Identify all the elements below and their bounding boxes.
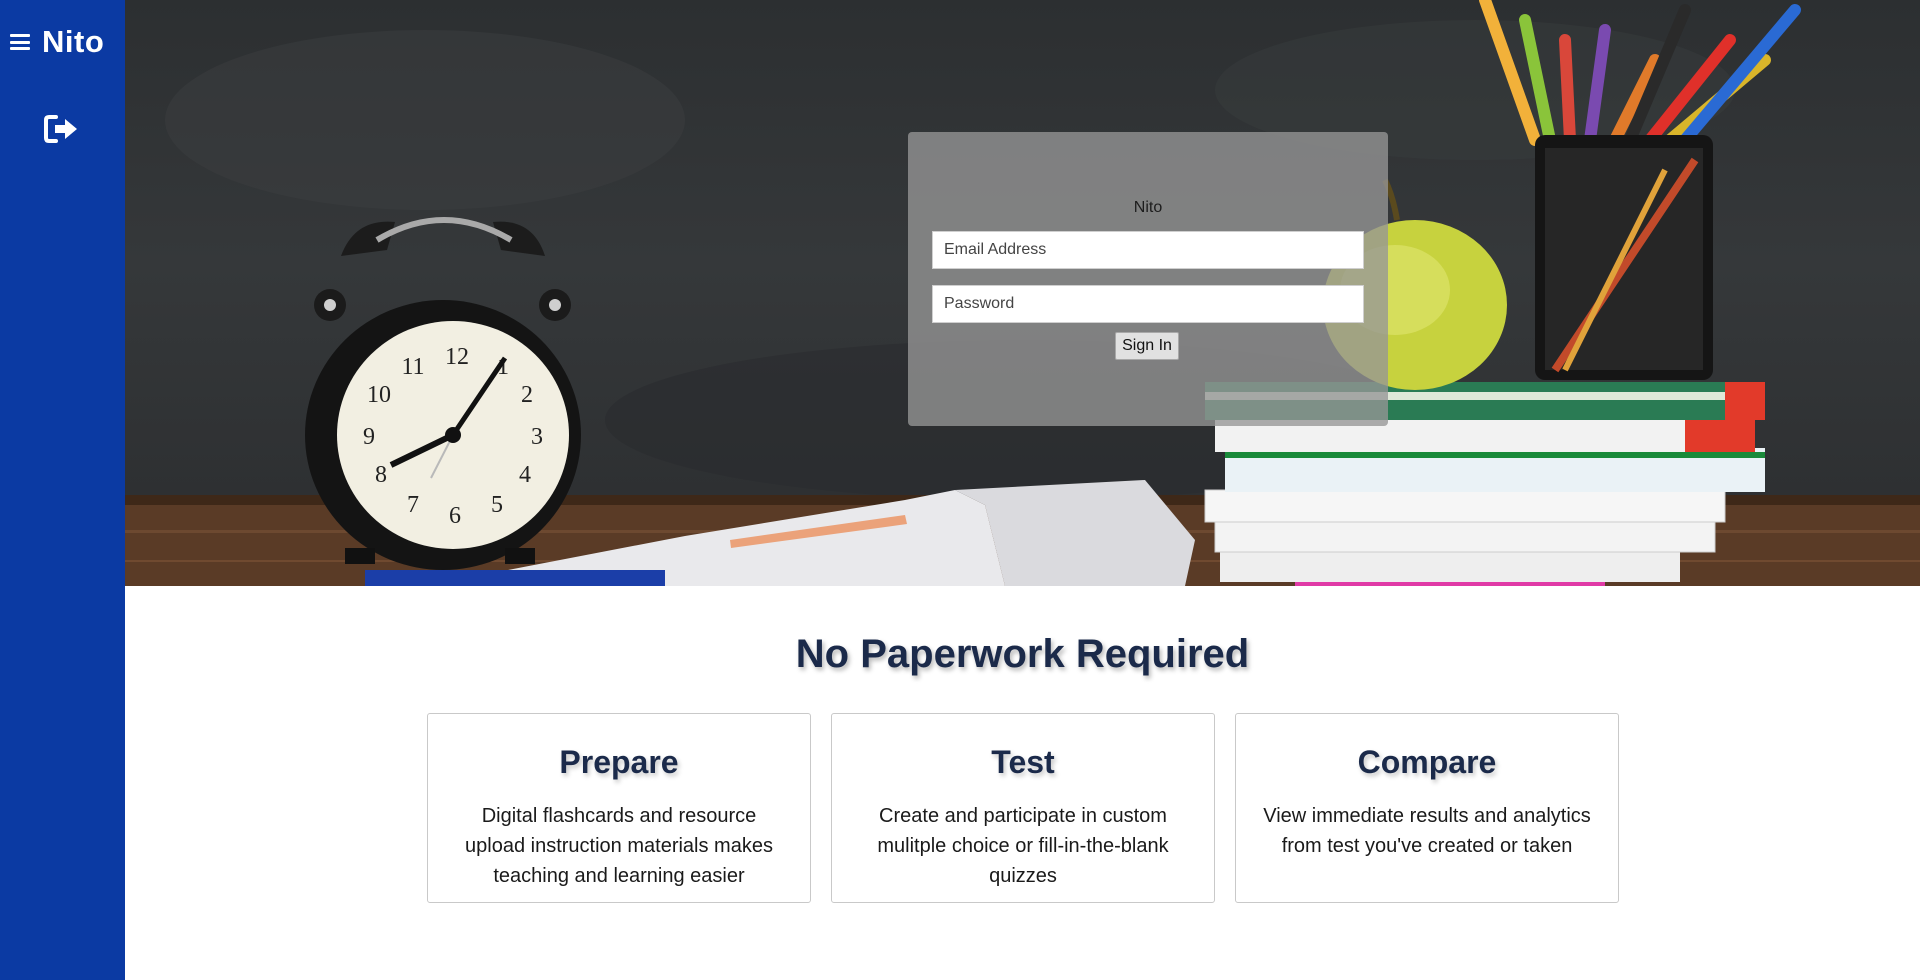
alarm-clock-graphic: 12 1 2 3 4 5 6 7 8 9 10 11 bbox=[305, 217, 581, 570]
svg-text:7: 7 bbox=[407, 492, 419, 518]
brand-menu-toggle[interactable]: Nito bbox=[10, 22, 104, 62]
feature-card-title: Prepare bbox=[559, 744, 679, 780]
feature-card-prepare: Prepare Digital flashcards and resource … bbox=[427, 713, 811, 903]
login-title: Nito bbox=[1133, 199, 1163, 216]
brand-title: Nito bbox=[42, 24, 105, 59]
login-panel: Nito Sign In bbox=[908, 132, 1388, 426]
svg-text:6: 6 bbox=[449, 503, 461, 529]
feature-card-text: Create and participate in custom mulitpl… bbox=[877, 805, 1169, 887]
feature-card-test: Test Create and participate in custom mu… bbox=[831, 713, 1215, 903]
feature-card-title: Compare bbox=[1357, 744, 1497, 780]
feature-card-text: Digital flashcards and resource upload i… bbox=[465, 805, 773, 887]
svg-text:8: 8 bbox=[375, 462, 387, 488]
feature-card-text: View immediate results and analytics fro… bbox=[1263, 805, 1591, 857]
svg-text:2: 2 bbox=[521, 382, 533, 408]
password-field[interactable] bbox=[932, 285, 1364, 323]
sidebar: Nito bbox=[0, 0, 125, 980]
hero-banner: 12 1 2 3 4 5 6 7 8 9 10 11 Nito Email Ad… bbox=[125, 0, 1920, 586]
sign-out-icon[interactable] bbox=[44, 114, 80, 144]
feature-card-compare: Compare View immediate results and analy… bbox=[1235, 713, 1619, 903]
feature-card-title: Test bbox=[991, 744, 1055, 780]
svg-text:10: 10 bbox=[367, 382, 391, 408]
features-headline: No Paperwork Required bbox=[795, 632, 1250, 676]
svg-text:11: 11 bbox=[401, 354, 424, 380]
svg-text:9: 9 bbox=[363, 424, 375, 450]
svg-text:12: 12 bbox=[445, 344, 469, 370]
svg-text:4: 4 bbox=[519, 462, 531, 488]
svg-text:3: 3 bbox=[531, 424, 543, 450]
hamburger-menu-icon[interactable] bbox=[10, 34, 30, 50]
svg-text:5: 5 bbox=[491, 492, 503, 518]
email-field[interactable] bbox=[932, 231, 1364, 269]
sign-in-button[interactable]: Sign In bbox=[1115, 332, 1179, 360]
